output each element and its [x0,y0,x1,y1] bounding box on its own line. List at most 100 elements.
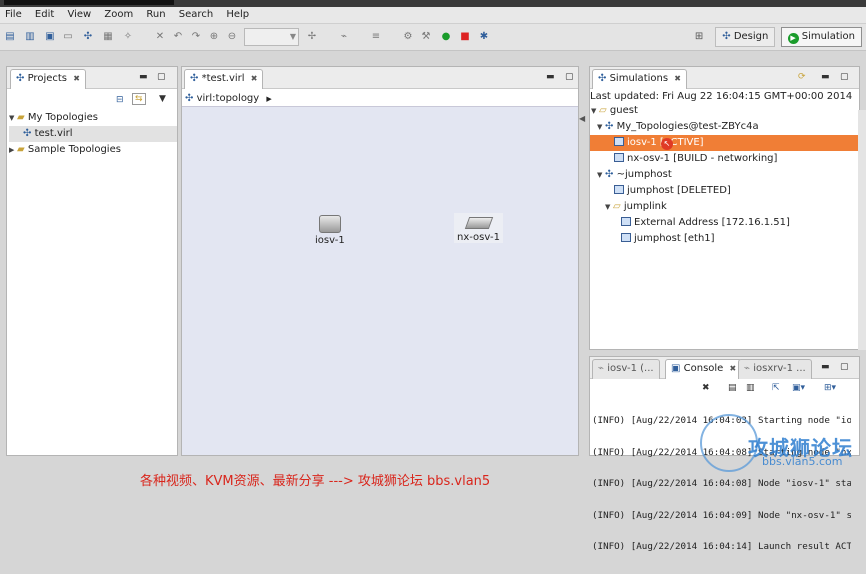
move-icon[interactable]: ✢ [306,31,318,43]
tree-label: jumplink [623,201,667,212]
sim-tree-nx-osv-1[interactable]: nx-osv-1 [BUILD - networking] [614,151,777,167]
tab-test-virl[interactable]: ✣ *test.virl ✖ [184,69,264,89]
console-tabbar: ⌁ iosv-1 (... ▣ Console ✖ ⌁ iosxrv-1 ...… [590,357,859,379]
topology-icon[interactable]: ✣ [82,31,94,43]
redo-icon[interactable]: ↷ [190,31,202,43]
collapse-all-icon[interactable]: ⊟ [116,95,124,105]
tab-simulations[interactable]: ✣ Simulations ✖ [592,69,687,89]
menu-file[interactable]: File [0,7,27,20]
sim-tree-my-topologies[interactable]: ▼ ✣ My_Topologies@test-ZBYc4a [597,119,759,135]
minimize-icon[interactable]: ▬ [546,72,555,82]
tab-console[interactable]: ▣ Console ✖ [665,359,743,379]
maximize-icon[interactable]: ▢ [840,362,849,372]
topology-icon: ✣ [605,169,614,180]
delete-icon[interactable]: ✕ [154,31,166,43]
view-menu-icon[interactable]: ▼ [159,94,166,104]
maximize-icon[interactable]: ▢ [565,72,574,82]
tab-editor-label: *test.virl [201,73,245,84]
menu-view[interactable]: View [62,7,96,20]
node-nx-osv-1[interactable]: nx-osv-1 [454,213,503,243]
close-icon[interactable]: ✖ [73,74,80,83]
sim-tree-external-address[interactable]: External Address [172.16.1.51] [621,215,790,231]
layout-icon[interactable]: ▦ [102,31,114,43]
tab-iosv-1[interactable]: ⌁ iosv-1 (... [592,359,660,379]
maximize-icon[interactable]: ▢ [840,72,849,82]
tree-label: Sample Topologies [27,144,121,155]
projects-panel: ✣ Projects ✖ ▬ ▢ ⊟ ⇆ ▼ ▼ ▰ My Topologies … [6,66,178,456]
folder-icon: ▱ [599,105,607,116]
maximize-icon[interactable]: ▢ [157,72,166,82]
display-console-icon[interactable]: ▣▾ [792,383,805,393]
simulations-tabbar: ✣ Simulations ✖ ⟳ ▬ ▢ [590,67,859,89]
console-line: (INFO) [Aug/22/2014 16:04:09] Node "nx-o… [592,509,851,521]
tree-label: My Topologies [27,112,98,123]
zoom-out-icon[interactable]: ⊖ [226,31,238,43]
terminate-icon[interactable]: ✖ [702,383,710,393]
open-folder-icon[interactable]: ▤ [4,31,16,43]
new-file-icon[interactable]: ▥ [24,31,36,43]
open-console-icon[interactable]: ⊞▾ [824,383,836,393]
node-icon [614,153,624,162]
tree-label: External Address [172.16.1.51] [634,217,790,228]
pin-console-icon[interactable]: ⇱ [772,383,780,393]
console-line: (INFO) [Aug/22/2014 16:04:14] Launch res… [592,541,851,552]
save-icon[interactable]: ▣ [44,31,56,43]
window-title-bar [0,0,866,7]
tab-label: Console [683,363,724,374]
menu-run[interactable]: Run [141,7,170,20]
menu-zoom[interactable]: Zoom [99,7,138,20]
terminal-icon: ⌁ [744,363,751,374]
open-perspective-icon[interactable]: ⊞ [688,27,710,42]
sim-tree-jumphost-eth1[interactable]: jumphost [eth1] [621,231,715,247]
topology-canvas[interactable]: iosv-1 nx-osv-1 [182,106,578,455]
breadcrumb[interactable]: ✣ virl:topology ▶ [185,93,272,104]
close-icon[interactable]: ✖ [674,74,681,83]
connect-icon[interactable]: ⌁ [338,31,350,43]
menu-edit[interactable]: Edit [30,7,59,20]
menu-search[interactable]: Search [174,7,218,20]
stop-simulation-icon[interactable]: ■ [459,31,471,43]
node-iosv-1[interactable]: iosv-1 [315,215,345,246]
tab-projects[interactable]: ✣ Projects ✖ [10,69,86,89]
print-icon[interactable]: ▭ [62,31,74,43]
zoom-combo[interactable]: ▼ [244,28,299,46]
collapse-palette-icon[interactable]: ◀ [579,114,585,123]
tree-item-my-topologies[interactable]: ▼ ▰ My Topologies [9,110,98,126]
menu-help[interactable]: Help [221,7,254,20]
console-line: (INFO) [Aug/22/2014 16:04:08] Node "iosv… [592,478,851,489]
minimize-icon[interactable]: ▬ [821,362,830,372]
sim-tree-jumphost-group[interactable]: ▼ ✣ ~jumphost [597,167,672,183]
node-icon [614,185,624,194]
node-config-icon[interactable]: ⚙ [402,31,414,43]
minimize-icon[interactable]: ▬ [821,72,830,82]
close-icon[interactable]: ✖ [730,364,737,373]
undo-icon[interactable]: ↶ [172,31,184,43]
sim-tree-jumplink[interactable]: ▼ ▱ jumplink [605,199,667,215]
sim-tree-iosv-1[interactable]: iosv-1 [ACTIVE] [614,135,704,151]
sim-tree-jumphost-deleted[interactable]: jumphost [DELETED] [614,183,731,199]
sim-tree-guest[interactable]: ▼ ▱ guest [591,103,638,119]
zoom-in-icon[interactable]: ⊕ [208,31,220,43]
editor-panel: ✣ *test.virl ✖ ▬ ▢ ✣ virl:topology ▶ ios… [181,66,579,456]
link-editor-icon[interactable]: ⇆ [132,93,146,105]
simulation-perspective-button[interactable]: ▶ Simulation [780,27,862,47]
align-icon[interactable]: ≡ [370,31,382,43]
projects-tabbar: ✣ Projects ✖ ▬ ▢ [7,67,177,89]
wand-icon[interactable]: ✧ [122,31,134,43]
minimize-icon[interactable]: ▬ [139,72,148,82]
clear-console-icon[interactable]: ▤ [728,383,737,393]
scroll-lock-icon[interactable]: ▥ [746,383,755,393]
design-perspective-button[interactable]: ✣ Design [715,27,776,47]
close-icon[interactable]: ✖ [251,74,258,83]
tree-label: jumphost [DELETED] [627,185,731,196]
scrollbar[interactable] [858,110,866,350]
refresh-icon[interactable]: ⟳ [798,72,806,82]
tree-label: ~jumphost [616,169,672,180]
settings-icon[interactable]: ✱ [478,31,490,43]
start-simulation-icon[interactable]: ● [440,31,452,43]
tree-item-sample-topologies[interactable]: ▶ ▰ Sample Topologies [9,142,121,158]
link-config-icon[interactable]: ⚒ [420,31,432,43]
tab-iosxrv-1[interactable]: ⌁ iosxrv-1 ... [738,359,812,379]
tree-label: My_Topologies@test-ZBYc4a [616,121,759,132]
tree-item-test-virl[interactable]: ✣ test.virl [9,126,177,142]
